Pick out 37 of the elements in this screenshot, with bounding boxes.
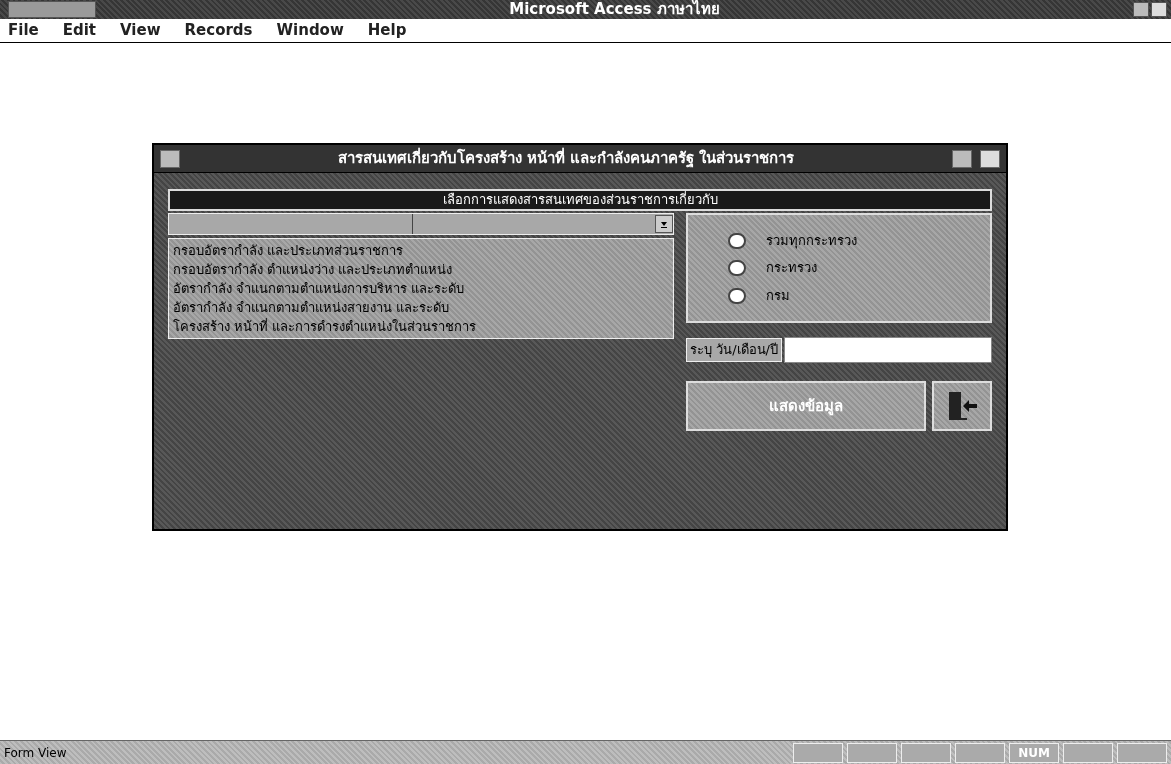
maximize-button[interactable] xyxy=(1151,2,1167,17)
radio-button[interactable] xyxy=(728,287,746,304)
window-title: Microsoft Access ภาษาไทย xyxy=(509,2,720,17)
list-item[interactable]: อัตรากำลัง จำแนกตามตำแหน่งสายงาน และระดับ xyxy=(169,298,673,317)
minimize-button[interactable] xyxy=(1133,2,1149,17)
status-indicator xyxy=(901,742,951,763)
date-field[interactable] xyxy=(783,337,992,363)
radio-label: กรม xyxy=(766,286,790,305)
status-text: Form View xyxy=(4,744,68,762)
maximize-button[interactable] xyxy=(980,149,1000,168)
status-indicator xyxy=(1117,742,1167,763)
section-header: เลือกการแสดงสารสนเทศของส่วนราชการเกี่ยวกับ xyxy=(168,189,992,211)
status-indicator xyxy=(1063,742,1113,763)
status-indicator xyxy=(955,742,1005,763)
menu-item[interactable]: Records xyxy=(184,19,253,42)
exit-button[interactable] xyxy=(932,381,992,431)
menu-item[interactable]: Window xyxy=(276,19,344,42)
status-indicator xyxy=(793,742,843,763)
list-item[interactable]: อัตรากำลัง จำแนกตามตำแหน่งการบริหาร และระดับ xyxy=(169,279,673,298)
list-item[interactable]: โครงสร้าง หน้าที่ และการดำรงตำแหน่งในส่วนราชการ xyxy=(169,317,673,336)
list-item[interactable]: กรอบอัตรากำลัง และประเภทส่วนราชการ xyxy=(169,241,673,260)
radio-label: รวมทุกกระทรวง xyxy=(766,231,857,251)
radio-label: กระทรวง xyxy=(766,259,817,278)
menu-item[interactable]: Help xyxy=(367,19,407,42)
menu-item[interactable]: View xyxy=(120,19,161,42)
form-title: สารสนเทศเกี่ยวกับโครงสร้าง หน้าที่ และกำลังคนภาครัฐ ในส่วนราชการ xyxy=(336,147,796,170)
radio-button[interactable] xyxy=(728,232,746,249)
menu-item[interactable]: File xyxy=(8,19,39,42)
menu-item[interactable]: Edit xyxy=(62,19,96,42)
status-indicator: NUM xyxy=(1009,742,1059,763)
control-menu-button[interactable] xyxy=(160,149,180,168)
minimize-button[interactable] xyxy=(952,149,972,168)
dropdown-field[interactable] xyxy=(168,213,674,235)
date-label: ระบุ วัน/เดือน/ปี xyxy=(686,338,782,362)
radio-button[interactable] xyxy=(728,260,746,276)
status-indicator xyxy=(847,742,897,763)
list-item[interactable]: กรอบอัตรากำลัง ตำแหน่งว่าง และประเภทตำแหน่ง xyxy=(169,260,673,279)
